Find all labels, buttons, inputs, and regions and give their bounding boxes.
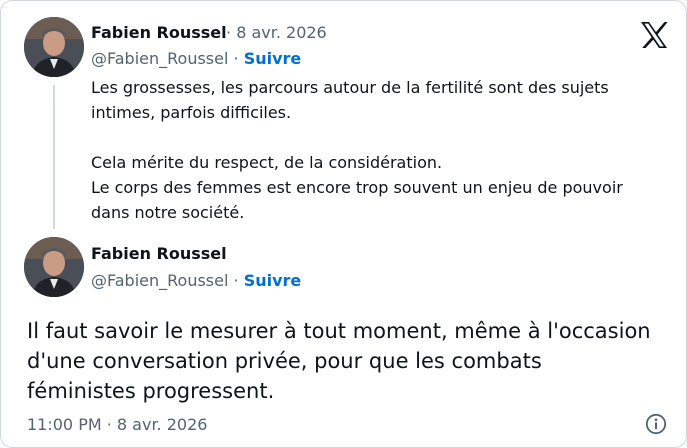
tweet-text-line: Cela mérite du respect, de la considérat… — [91, 153, 443, 172]
avatar[interactable] — [24, 17, 84, 77]
tweet-embed-card: Fabien Roussel · 8 avr. 2026 @Fabien_Rou… — [0, 0, 687, 448]
separator-dot: · — [233, 49, 239, 68]
avatar[interactable] — [24, 237, 84, 297]
author-name[interactable]: Fabien Roussel — [91, 23, 227, 43]
tweet-date[interactable]: · 8 avr. 2026 — [226, 23, 327, 43]
tweet-timestamp[interactable]: 11:00 PM · 8 avr. 2026 — [27, 415, 207, 435]
author-name[interactable]: Fabien Roussel — [91, 244, 227, 264]
tweet-text-line: Le corps des femmes est encore trop souv… — [91, 178, 623, 197]
handle-row: @Fabien_Roussel · Suivre — [91, 271, 301, 291]
tweet-text-line: Les grossesses, les parcours autour de l… — [91, 78, 609, 97]
tweet-text-line: féministes progressent. — [27, 379, 275, 403]
tweet-text-line: Il faut savoir le mesurer à tout moment,… — [27, 319, 651, 343]
tweet-text: Il faut savoir le mesurer à tout moment,… — [27, 316, 677, 406]
tweet-text: Les grossesses, les parcours autour de l… — [91, 75, 671, 225]
follow-button[interactable]: Suivre — [244, 49, 302, 68]
info-icon[interactable] — [645, 413, 667, 435]
handle-row: @Fabien_Roussel · Suivre — [91, 49, 301, 69]
tweet-text-line: intimes, parfois difficiles. — [91, 103, 292, 122]
separator-dot: · — [233, 271, 239, 290]
tweet-text-line: dans notre société. — [91, 203, 245, 222]
follow-button[interactable]: Suivre — [244, 271, 302, 290]
thread-line — [53, 85, 55, 229]
x-logo-icon[interactable] — [640, 22, 668, 48]
author-handle[interactable]: @Fabien_Roussel — [91, 271, 228, 290]
tweet-text-line: d'une conversation privée, pour que les … — [27, 349, 542, 373]
author-handle[interactable]: @Fabien_Roussel — [91, 49, 228, 68]
